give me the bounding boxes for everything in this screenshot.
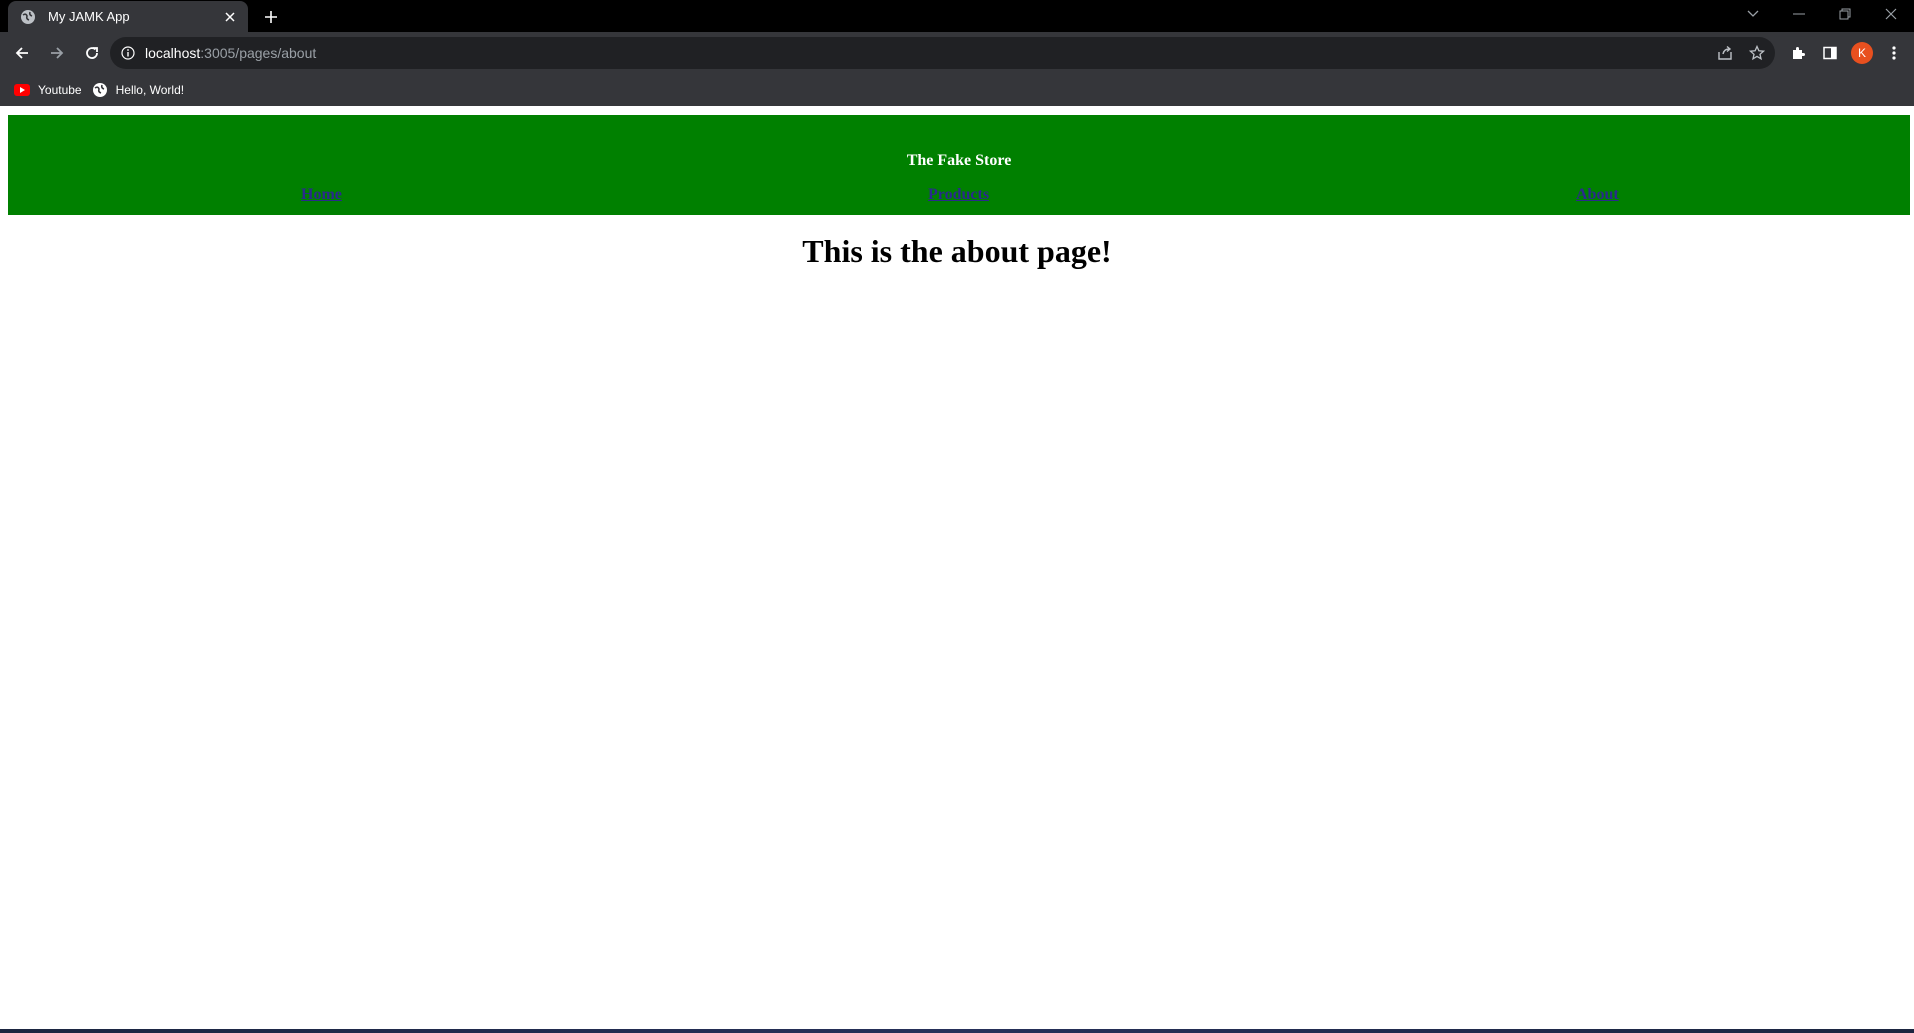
browser-toolbar: localhost:3005/pages/about K: [0, 32, 1914, 74]
bookmark-youtube[interactable]: Youtube: [12, 78, 90, 102]
profile-avatar-button[interactable]: K: [1848, 39, 1876, 67]
new-tab-button[interactable]: [258, 4, 284, 30]
site-header: The Fake Store Home Products About: [8, 115, 1910, 215]
browser-tab-bar: My JAMK App: [0, 0, 1914, 32]
address-url[interactable]: localhost:3005/pages/about: [145, 45, 316, 61]
youtube-icon: [14, 82, 30, 98]
restore-icon[interactable]: [1822, 0, 1868, 28]
globe-icon: [20, 9, 36, 25]
page-title: This is the about page!: [802, 233, 1112, 269]
nav-link-about[interactable]: About: [1576, 186, 1619, 204]
nav-link-home[interactable]: Home: [301, 186, 342, 204]
back-icon[interactable]: [8, 39, 36, 67]
site-title: The Fake Store: [906, 152, 1012, 169]
bookmark-label: Hello, World!: [115, 83, 185, 97]
site-nav: Home Products About: [8, 186, 1910, 208]
bookmarks-bar: Youtube Hello, World!: [0, 74, 1914, 106]
tab-search-icon[interactable]: [1730, 0, 1776, 28]
site-info-icon[interactable]: [119, 44, 137, 62]
globe-icon: [92, 82, 108, 98]
url-host: localhost: [145, 45, 201, 61]
page-viewport: The Fake Store Home Products About This …: [0, 107, 1914, 1029]
reload-icon[interactable]: [78, 39, 106, 67]
nav-link-products[interactable]: Products: [928, 186, 989, 204]
browser-tab[interactable]: My JAMK App: [8, 1, 248, 32]
share-icon[interactable]: [1715, 43, 1735, 63]
close-window-icon[interactable]: [1868, 0, 1914, 28]
tab-title: My JAMK App: [48, 9, 130, 24]
extensions-icon[interactable]: [1784, 39, 1812, 67]
avatar: K: [1851, 42, 1873, 64]
minimize-icon[interactable]: [1776, 0, 1822, 28]
menu-dots-icon[interactable]: [1880, 39, 1908, 67]
bookmark-label: Youtube: [38, 83, 82, 97]
bookmark-hello-world[interactable]: Hello, World!: [90, 78, 192, 102]
url-path: :3005/pages/about: [200, 45, 317, 61]
taskbar-edge: [0, 1029, 1914, 1033]
bookmark-star-icon[interactable]: [1747, 43, 1767, 63]
forward-icon[interactable]: [43, 39, 71, 67]
side-panel-icon[interactable]: [1816, 39, 1844, 67]
close-tab-icon[interactable]: [220, 7, 240, 27]
address-bar[interactable]: localhost:3005/pages/about: [110, 37, 1775, 69]
window-controls: [1730, 0, 1914, 28]
